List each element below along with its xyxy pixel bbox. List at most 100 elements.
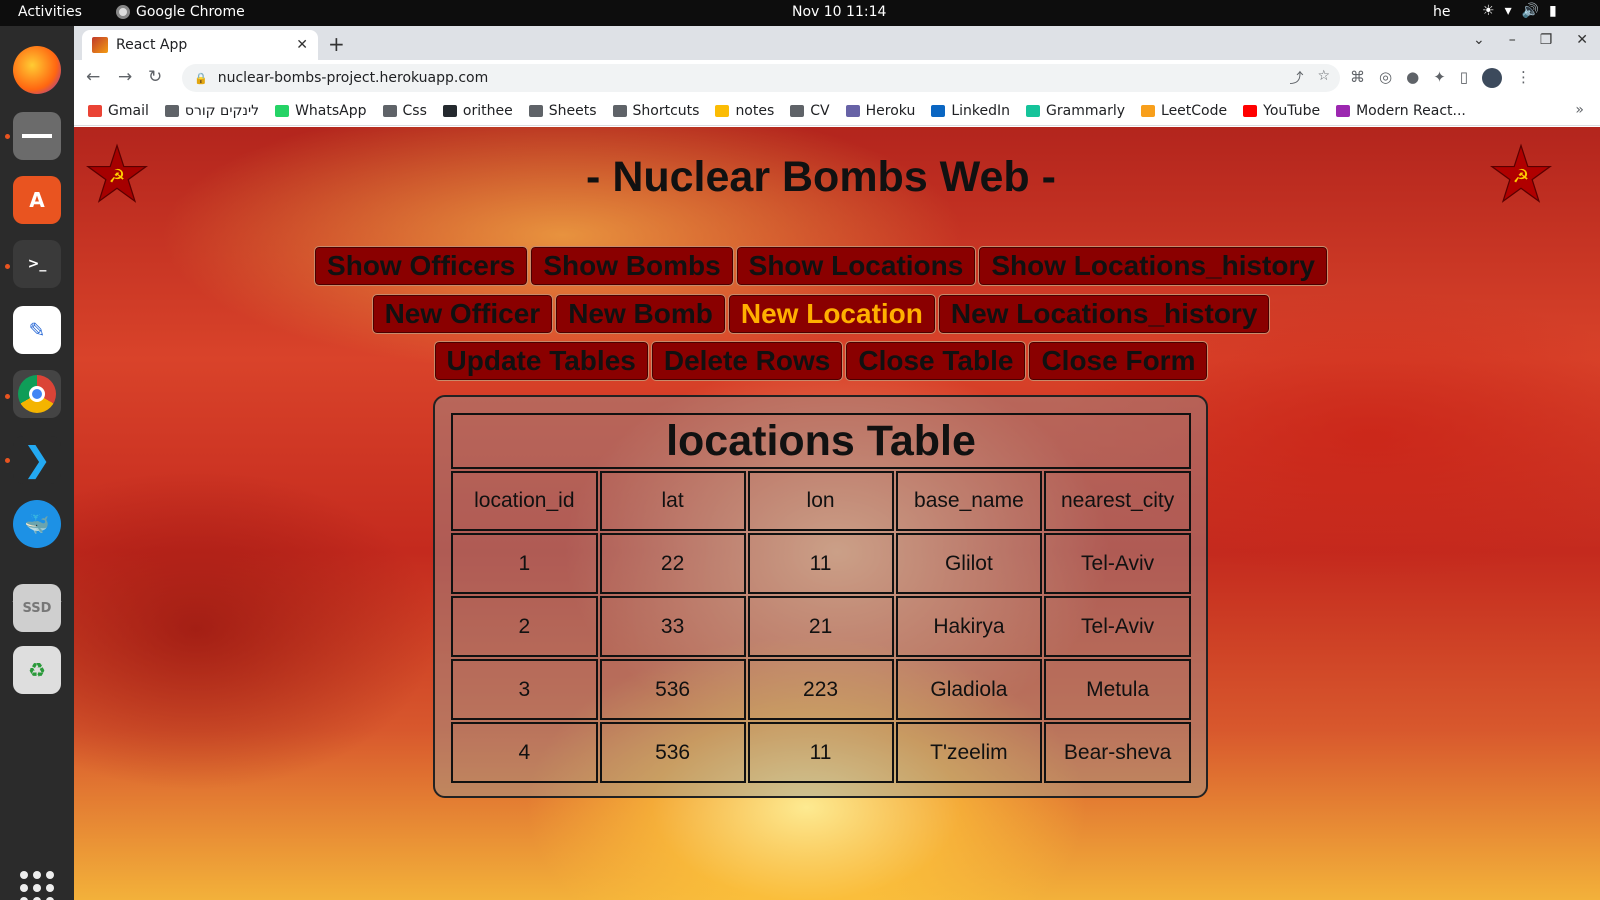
files-icon[interactable] <box>13 112 61 160</box>
bookmark-item[interactable]: Css <box>382 103 427 119</box>
maximize-icon[interactable]: ❐ <box>1540 32 1553 48</box>
drive-icon[interactable]: SSD <box>13 584 61 632</box>
table-cell: T'zeelim <box>895 722 1043 783</box>
action-buttons-row: Update Tables Delete Rows Close Table Close… <box>74 341 1568 381</box>
table-header-row: location_id lat lon base_name nearest_city <box>451 471 1191 531</box>
new-officer-button[interactable]: New Officer <box>371 294 554 334</box>
activities-button[interactable]: Activities <box>18 4 82 20</box>
lock-icon: 🔒 <box>194 71 208 85</box>
web-page: ☭ ☭ - Nuclear Bombs Web - Show Officers S… <box>74 127 1600 900</box>
bookmark-item[interactable]: notes <box>715 103 774 119</box>
table-cell: 33 <box>599 596 746 657</box>
table-cell: 536 <box>599 722 746 783</box>
bookmark-item[interactable]: Grammarly <box>1026 103 1125 119</box>
table-cell: Metula <box>1044 659 1191 720</box>
firefox-icon[interactable] <box>13 46 61 94</box>
browser-toolbar: ← → ↻ 🔒 nuclear-bombs-project.herokuapp.… <box>74 60 1600 96</box>
battery-icon: ▮ <box>1549 3 1557 19</box>
bookmark-item[interactable]: Modern React... <box>1336 103 1466 119</box>
bookmark-item[interactable]: Heroku <box>845 103 915 119</box>
new-locations-history-button[interactable]: New Locations_history <box>937 294 1271 334</box>
docker-icon[interactable]: 🐳 <box>13 500 61 548</box>
show-applications-icon[interactable] <box>20 871 54 900</box>
table-cell: 21 <box>747 596 894 657</box>
show-officers-button[interactable]: Show Officers <box>314 246 529 286</box>
show-buttons-row: Show Officers Show Bombs Show Locations Sho… <box>74 246 1568 286</box>
column-header-nearest-city: nearest_city <box>1044 471 1191 531</box>
bookmark-icon <box>442 104 457 117</box>
table-cell: 11 <box>747 533 894 594</box>
vscode-icon[interactable]: ❯ <box>13 436 61 484</box>
text-editor-icon[interactable]: ✎ <box>13 306 61 354</box>
show-bombs-button[interactable]: Show Bombs <box>530 246 734 286</box>
back-icon[interactable]: ← <box>86 67 100 87</box>
table-cell: 4 <box>451 722 598 783</box>
new-bomb-button[interactable]: New Bomb <box>555 294 726 334</box>
menu-kebab-icon[interactable]: ⋮ <box>1516 68 1531 88</box>
table-cell: Glilot <box>895 533 1043 594</box>
bookmark-label: Modern React... <box>1356 102 1466 119</box>
page-title: - Nuclear Bombs Web - <box>586 153 1056 201</box>
bookmark-item[interactable]: Gmail <box>88 103 149 119</box>
close-table-button[interactable]: Close Table <box>845 341 1027 381</box>
new-tab-icon[interactable]: + <box>328 32 345 56</box>
bookmark-item[interactable]: CV <box>790 103 830 119</box>
bookmark-item[interactable]: Shortcuts <box>612 103 699 119</box>
update-tables-button[interactable]: Update Tables <box>433 341 649 381</box>
trash-icon[interactable]: ♻ <box>13 646 61 694</box>
puzzle-icon[interactable]: ✦ <box>1433 68 1446 88</box>
system-tray[interactable]: ☀ ▾ 🔊 ▮ <box>1482 3 1557 19</box>
address-bar[interactable]: 🔒 nuclear-bombs-project.herokuapp.com ⤴ … <box>182 64 1340 92</box>
show-locations-history-button[interactable]: Show Locations_history <box>978 246 1328 286</box>
browser-window: React App ✕ + ⌄ – ❐ ✕ ← → ↻ 🔒 nuclear-bo… <box>74 26 1600 900</box>
bookmark-item[interactable]: לינקים קורס <box>164 103 259 119</box>
share-icon[interactable]: ⤴ <box>1289 68 1303 88</box>
bookmark-label: LinkedIn <box>951 102 1011 119</box>
bookmark-item[interactable]: Sheets <box>528 103 597 119</box>
keyboard-language[interactable]: he <box>1433 4 1451 20</box>
forward-icon[interactable]: → <box>118 67 132 87</box>
close-tab-icon[interactable]: ✕ <box>296 37 308 53</box>
extension-icon[interactable]: ● <box>1406 68 1419 88</box>
column-header-base-name: base_name <box>895 471 1043 531</box>
app-name: Google Chrome <box>136 4 245 20</box>
brightness-icon: ☀ <box>1482 3 1495 19</box>
software-center-icon[interactable]: A <box>13 176 61 224</box>
profile-avatar[interactable] <box>1482 68 1503 88</box>
side-panel-icon[interactable]: ▯ <box>1460 68 1468 88</box>
table-caption: locations Table <box>451 413 1191 469</box>
tab-search-icon[interactable]: ⌄ <box>1473 32 1485 48</box>
table-cell: Tel-Aviv <box>1044 533 1191 594</box>
translate-icon[interactable]: ⌘ <box>1350 68 1365 88</box>
extensions-area: ⌘ ◎ ● ✦ ▯ ⋮ <box>1350 68 1531 88</box>
browser-tab[interactable]: React App ✕ <box>82 30 318 60</box>
new-location-button[interactable]: New Location <box>727 294 936 334</box>
bookmarks-more-icon[interactable]: » <box>1575 102 1584 118</box>
bookmark-item[interactable]: orithee <box>442 103 513 119</box>
bookmarks-bar: Gmail לינקים קורס WhatsApp Css orithee Sheets… <box>74 96 1600 126</box>
bookmark-item[interactable]: WhatsApp <box>275 103 367 119</box>
bookmark-icon <box>845 104 860 117</box>
reload-icon[interactable]: ↻ <box>148 67 162 87</box>
bookmark-item[interactable]: LinkedIn <box>931 103 1010 119</box>
table-cell: Bear-sheva <box>1044 722 1191 783</box>
bookmark-item[interactable]: LeetCode <box>1141 103 1227 119</box>
delete-rows-button[interactable]: Delete Rows <box>650 341 844 381</box>
close-form-button[interactable]: Close Form <box>1028 341 1209 381</box>
table-cell: 22 <box>599 533 746 594</box>
extension-icon[interactable]: ◎ <box>1379 68 1392 88</box>
close-window-icon[interactable]: ✕ <box>1576 32 1588 48</box>
app-menu[interactable]: Google Chrome <box>116 4 245 20</box>
minimize-icon[interactable]: – <box>1509 32 1516 48</box>
table-cell: 223 <box>747 659 894 720</box>
new-buttons-row: New Officer New Bomb New Location New Locat… <box>74 294 1568 334</box>
chrome-icon[interactable] <box>13 370 61 418</box>
bookmark-star-icon[interactable]: ☆ <box>1317 68 1330 88</box>
clock[interactable]: Nov 10 11:14 <box>792 4 886 20</box>
bookmark-icon <box>528 104 543 117</box>
locations-table: locations Table location_id lat lon base_na… <box>449 411 1193 785</box>
bookmark-item[interactable]: YouTube <box>1243 103 1320 119</box>
table-row: 2 33 21 Hakirya Tel-Aviv <box>451 596 1191 657</box>
show-locations-button[interactable]: Show Locations <box>735 246 977 286</box>
terminal-icon[interactable]: >_ <box>13 240 61 288</box>
